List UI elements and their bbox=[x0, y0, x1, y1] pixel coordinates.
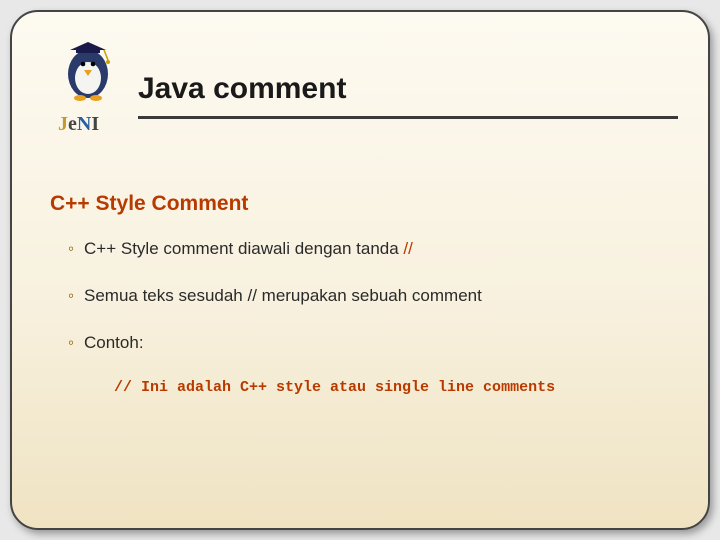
list-item: C++ Style comment diawali dengan tanda /… bbox=[68, 238, 670, 261]
bullet-text: Contoh: bbox=[84, 333, 144, 352]
list-item: Semua teks sesudah // merupakan sebuah c… bbox=[68, 285, 670, 308]
bullet-text: C++ Style comment diawali dengan tanda bbox=[84, 239, 403, 258]
slide-title: Java comment bbox=[138, 72, 346, 106]
slide-content: C++ Style Comment C++ Style comment diaw… bbox=[42, 152, 678, 396]
code-example: // Ini adalah C++ style atau single line… bbox=[50, 379, 670, 396]
subtitle: C++ Style Comment bbox=[50, 192, 670, 216]
list-item: Contoh: bbox=[68, 332, 670, 355]
jeni-logo: JeNI bbox=[50, 38, 128, 148]
svg-text:JeNI: JeNI bbox=[58, 113, 99, 135]
slide-header: JeNI Java comment bbox=[42, 32, 678, 152]
bullet-text: Semua teks sesudah // merupakan sebuah c… bbox=[84, 286, 482, 305]
bullet-list: C++ Style comment diawali dengan tanda /… bbox=[50, 238, 670, 355]
slide: JeNI Java comment C++ Style Comment C++ … bbox=[10, 10, 710, 530]
inline-code: // bbox=[403, 239, 412, 258]
title-underline bbox=[138, 116, 678, 119]
